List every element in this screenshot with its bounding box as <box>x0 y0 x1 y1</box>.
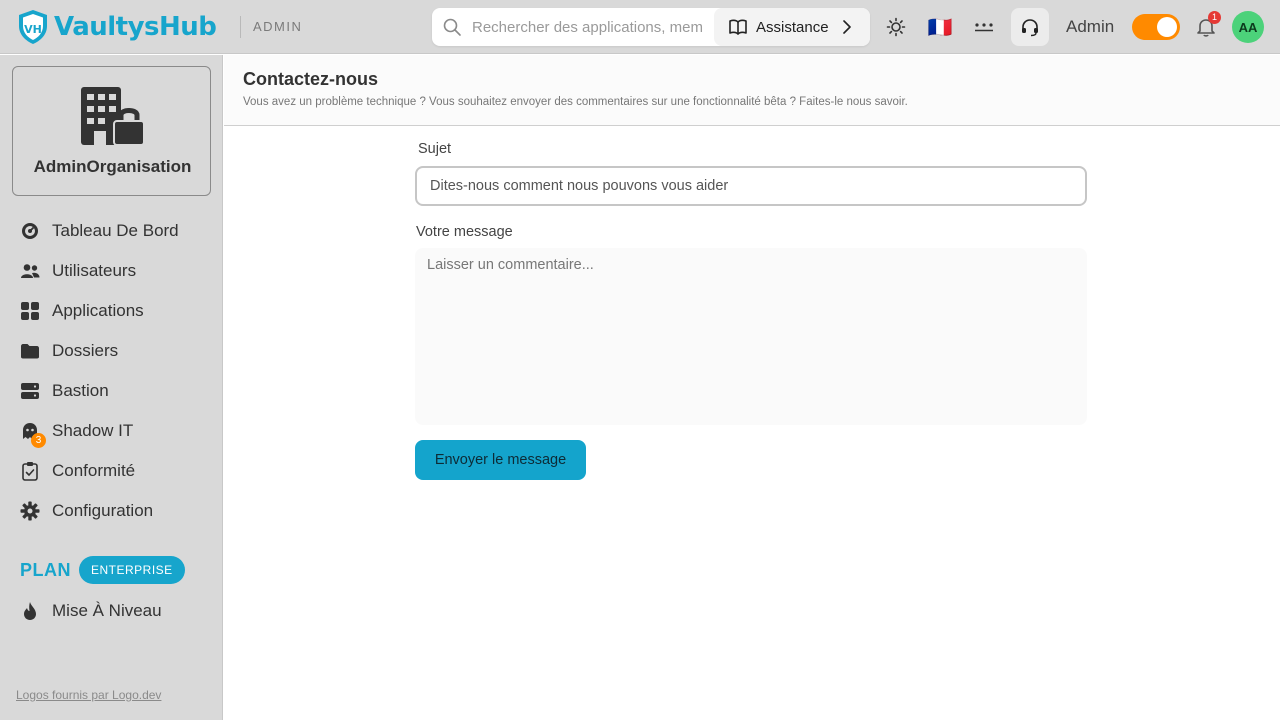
search-icon <box>443 18 461 36</box>
folder-icon <box>21 344 39 359</box>
assistance-button[interactable]: Assistance <box>714 8 870 46</box>
header-divider <box>240 16 241 38</box>
gauge-icon <box>22 223 38 239</box>
sidebar-item-dashboard[interactable]: Tableau De Bord <box>0 211 222 251</box>
support-button[interactable] <box>1011 8 1049 46</box>
sidebar-item-label: Conformité <box>52 461 136 480</box>
section-tag: ADMIN <box>253 19 303 34</box>
app-logo[interactable]: VH VaultysHub <box>16 8 217 46</box>
toggle-knob <box>1157 17 1177 37</box>
brand-name: VaultysHub <box>54 12 217 42</box>
building-lock-icon <box>81 87 145 146</box>
sidebar-item-label: Applications <box>52 301 144 320</box>
flame-icon <box>24 602 36 620</box>
sidebar-item-label: Tableau De Bord <box>52 221 179 240</box>
page-header: Contactez-nous Vous avez un problème tec… <box>224 55 1280 126</box>
server-icon <box>21 383 39 399</box>
message-textarea[interactable] <box>415 248 1087 425</box>
book-icon <box>729 19 747 35</box>
france-flag-icon: 🇫🇷 <box>927 16 953 39</box>
admin-mode-toggle[interactable] <box>1132 14 1180 40</box>
grid-icon <box>21 302 39 320</box>
top-bar: VH VaultysHub ADMIN Assistance <box>0 0 1280 54</box>
message-label: Votre message <box>416 224 513 240</box>
chevron-right-icon <box>843 20 851 34</box>
password-dots-icon <box>975 23 993 32</box>
sidebar: AdminOrganisation Tableau De Bord Utilis… <box>0 55 223 720</box>
sidebar-item-label: Utilisateurs <box>52 261 137 280</box>
organisation-card[interactable]: AdminOrganisation <box>12 66 211 196</box>
support-headset-icon <box>1022 19 1038 37</box>
plan-row: PLAN ENTERPRISE <box>20 556 185 584</box>
sidebar-item-configuration[interactable]: Configuration <box>0 491 222 531</box>
clipboard-check-icon <box>22 462 38 481</box>
sidebar-item-label: Shadow IT <box>52 421 134 440</box>
upgrade-label: Mise À Niveau <box>52 601 162 620</box>
gear-icon <box>20 501 40 521</box>
sidebar-item-shadow-it[interactable]: Shadow IT 3 <box>0 411 222 451</box>
search-input[interactable] <box>472 8 752 46</box>
sidebar-item-applications[interactable]: Applications <box>0 291 222 331</box>
avatar[interactable]: AA <box>1232 11 1264 43</box>
sidebar-nav: Tableau De Bord Utilisateurs Application… <box>0 211 222 531</box>
notification-badge: 1 <box>1208 11 1221 24</box>
sidebar-item-folders[interactable]: Dossiers <box>0 331 222 371</box>
plan-label: PLAN <box>20 559 71 580</box>
assistance-label: Assistance <box>756 18 829 36</box>
users-icon <box>21 264 40 278</box>
page-title: Contactez-nous <box>243 69 378 89</box>
shadow-it-badge: 3 <box>31 433 46 448</box>
page-subtitle: Vous avez un problème technique ? Vous s… <box>243 96 908 108</box>
sidebar-item-label: Bastion <box>52 381 109 400</box>
logo-dev-link[interactable]: Logos fournis par Logo.dev <box>16 688 161 702</box>
upgrade-button[interactable]: Mise À Niveau <box>0 591 222 631</box>
password-button[interactable] <box>965 8 1003 46</box>
subject-input[interactable] <box>415 166 1087 206</box>
sidebar-item-compliance[interactable]: Conformité <box>0 451 222 491</box>
language-button[interactable]: 🇫🇷 <box>921 8 959 46</box>
sidebar-item-bastion[interactable]: Bastion <box>0 371 222 411</box>
sidebar-item-label: Configuration <box>52 501 154 520</box>
sidebar-item-users[interactable]: Utilisateurs <box>0 251 222 291</box>
user-role-label: Admin <box>1066 17 1115 36</box>
sidebar-item-label: Dossiers <box>52 341 119 360</box>
theme-toggle-button[interactable] <box>877 8 915 46</box>
organisation-name: AdminOrganisation <box>33 157 192 176</box>
sun-icon <box>886 17 906 37</box>
shield-logo-icon: VH <box>19 10 47 44</box>
plan-badge: ENTERPRISE <box>79 556 185 584</box>
subject-label: Sujet <box>418 141 452 157</box>
svg-text:VH: VH <box>24 23 42 36</box>
send-message-button[interactable]: Envoyer le message <box>415 440 586 480</box>
